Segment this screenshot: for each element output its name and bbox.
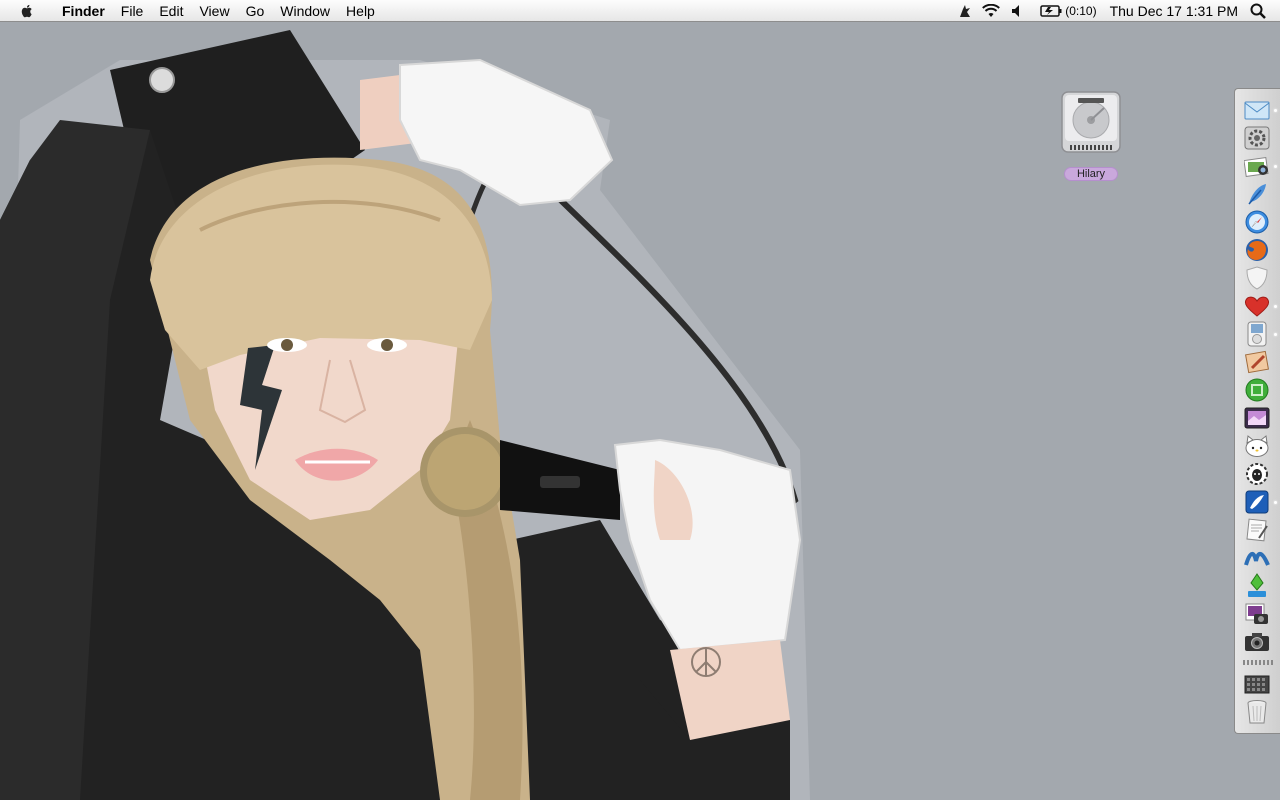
camera-icon bbox=[1245, 633, 1269, 651]
dock-item-hello-kitty[interactable] bbox=[1243, 433, 1271, 459]
firefox-icon bbox=[1246, 239, 1268, 261]
menu-help[interactable]: Help bbox=[338, 0, 383, 22]
adium-icon bbox=[1245, 490, 1269, 514]
dock-item-downloads-stack[interactable] bbox=[1243, 671, 1271, 697]
photo-booth-icon bbox=[1244, 407, 1270, 429]
paint-app-icon bbox=[1245, 350, 1269, 374]
menu-finder[interactable]: Finder bbox=[54, 0, 113, 22]
running-indicator bbox=[1274, 305, 1277, 308]
volume-icon[interactable] bbox=[1007, 3, 1027, 19]
feather-app-icon bbox=[1248, 184, 1266, 205]
sheep-icon bbox=[1246, 463, 1268, 485]
dock-item-feather[interactable] bbox=[1243, 181, 1271, 207]
apple-menu-icon[interactable] bbox=[19, 3, 35, 19]
image-capture-icon bbox=[1245, 603, 1268, 624]
spotlight-search-icon[interactable] bbox=[1250, 3, 1268, 19]
menubar-clock[interactable]: Thu Dec 17 1:31 PM bbox=[1110, 3, 1238, 19]
wave-app-icon bbox=[1244, 552, 1270, 566]
dock-item-safari[interactable] bbox=[1243, 209, 1271, 235]
hello-kitty-icon bbox=[1245, 435, 1269, 457]
ipod-icon bbox=[1247, 321, 1267, 347]
dock-item-image-capture[interactable] bbox=[1243, 601, 1271, 627]
battery-status[interactable]: (0:10) bbox=[1040, 4, 1097, 18]
dock-item-firefox[interactable] bbox=[1243, 237, 1271, 263]
trash-icon bbox=[1247, 700, 1267, 724]
safari-icon bbox=[1245, 210, 1269, 234]
dock-item-iphoto[interactable] bbox=[1243, 153, 1271, 179]
menu-edit[interactable]: Edit bbox=[151, 0, 191, 22]
battery-icon bbox=[1040, 5, 1062, 17]
running-indicator bbox=[1274, 501, 1277, 504]
menu-file[interactable]: File bbox=[113, 0, 152, 22]
dock-item-mail[interactable] bbox=[1243, 97, 1271, 123]
iphoto-icon bbox=[1244, 156, 1269, 177]
dock bbox=[1234, 88, 1280, 734]
dock-item-camera[interactable] bbox=[1243, 629, 1271, 655]
dock-item-trash[interactable] bbox=[1243, 699, 1271, 725]
menu-go[interactable]: Go bbox=[238, 0, 273, 22]
desktop-drive-hilary[interactable]: Hilary bbox=[1056, 88, 1126, 182]
dock-item-sims[interactable] bbox=[1243, 573, 1271, 599]
battery-time: (0:10) bbox=[1065, 4, 1097, 18]
dock-item-heart[interactable] bbox=[1243, 293, 1271, 319]
menu-bar: Finder File Edit View Go Window Help (0:… bbox=[0, 0, 1280, 22]
dock-item-shield[interactable] bbox=[1243, 265, 1271, 291]
textedit-icon bbox=[1246, 518, 1268, 542]
menu-view[interactable]: View bbox=[191, 0, 237, 22]
downloads-stack-icon bbox=[1244, 675, 1270, 694]
dock-item-textedit[interactable] bbox=[1243, 517, 1271, 543]
menu-window[interactable]: Window bbox=[272, 0, 338, 22]
dock-item-sheep[interactable] bbox=[1243, 461, 1271, 487]
running-indicator bbox=[1274, 165, 1277, 168]
dock-separator bbox=[1243, 660, 1273, 665]
heart-icon bbox=[1244, 296, 1270, 317]
growl-paw-icon[interactable] bbox=[955, 3, 975, 19]
green-circle-app-icon bbox=[1245, 378, 1269, 402]
shield-icon bbox=[1246, 266, 1268, 290]
running-indicator bbox=[1274, 333, 1277, 336]
dock-item-paint[interactable] bbox=[1243, 349, 1271, 375]
wifi-icon[interactable] bbox=[981, 3, 1001, 19]
system-preferences-icon bbox=[1244, 126, 1270, 150]
sims-icon bbox=[1248, 573, 1266, 597]
dock-item-photo-booth[interactable] bbox=[1243, 405, 1271, 431]
hard-drive-icon bbox=[1061, 91, 1121, 153]
dock-item-green-app[interactable] bbox=[1243, 377, 1271, 403]
dock-item-wave-app[interactable] bbox=[1243, 545, 1271, 571]
dock-item-system-preferences[interactable] bbox=[1243, 125, 1271, 151]
dock-item-adium[interactable] bbox=[1243, 489, 1271, 515]
dock-item-ipod[interactable] bbox=[1243, 321, 1271, 347]
drive-label: Hilary bbox=[1063, 167, 1119, 181]
running-indicator bbox=[1274, 109, 1277, 112]
mail-icon bbox=[1244, 101, 1270, 120]
